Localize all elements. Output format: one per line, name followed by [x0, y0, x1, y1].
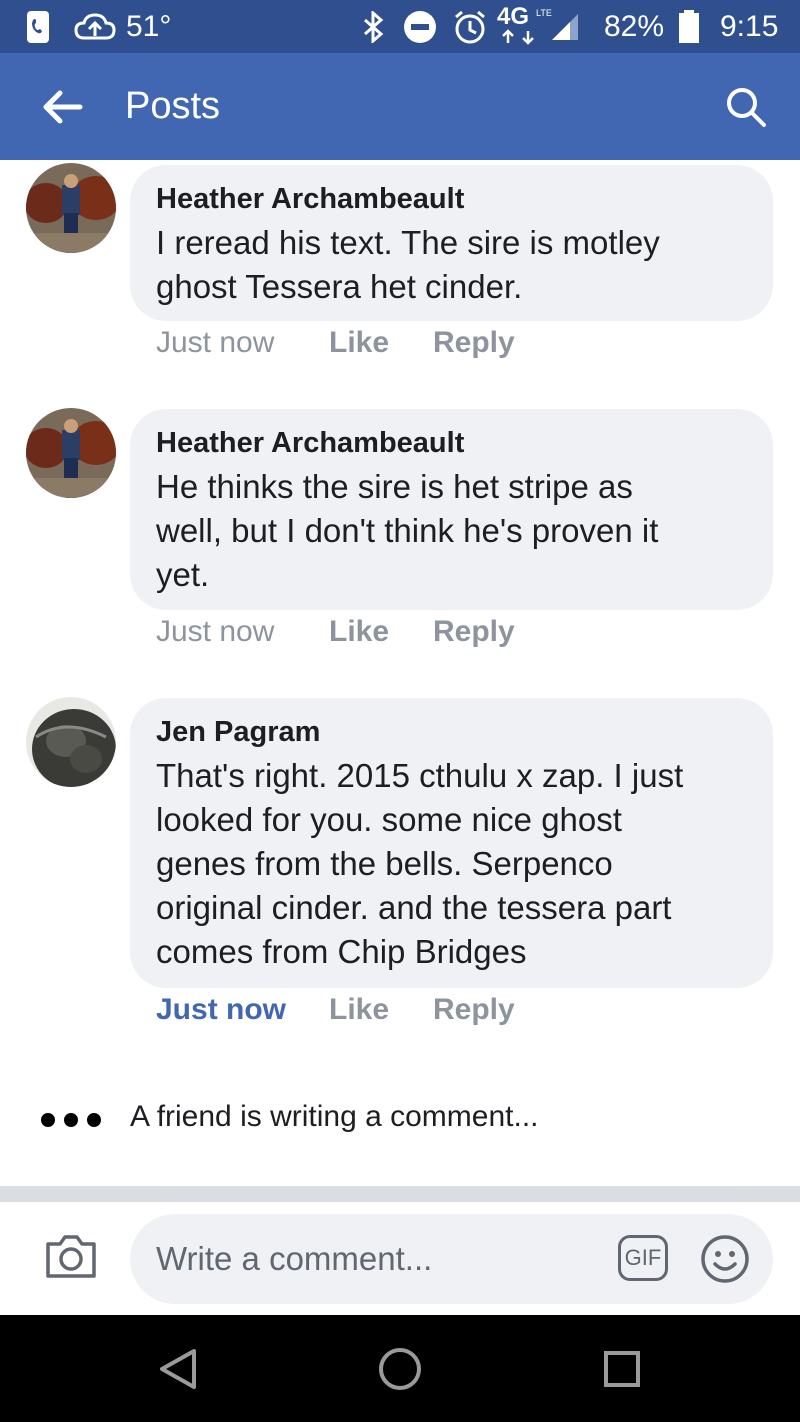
page-title: Posts — [125, 85, 221, 127]
comment-bubble: Heather Archambeault I reread his text. … — [130, 165, 773, 321]
reply-button[interactable]: Reply — [433, 993, 515, 1027]
reply-button[interactable]: Reply — [433, 326, 515, 360]
top-bar: Posts — [0, 53, 800, 160]
comment-author[interactable]: Jen Pagram — [156, 716, 320, 749]
typing-dots-icon — [40, 1112, 102, 1133]
battery-percent: 82% — [604, 9, 665, 43]
battery-icon — [678, 0, 700, 53]
status-bar: 51° 4G LTE 82% 9:15 — [0, 0, 800, 53]
comment-line: comes from Chip Bridges — [156, 933, 527, 970]
comment-placeholder: Write a comment... — [156, 1240, 433, 1277]
comment-text: That's right. 2015 cthulu x zap. I just … — [156, 754, 756, 974]
bluetooth-icon — [362, 0, 384, 53]
comment-line: He thinks the sire is het stripe as — [156, 468, 633, 505]
back-icon[interactable] — [158, 1347, 198, 1396]
comment-line: That's right. 2015 cthulu x zap. I just — [156, 757, 684, 794]
comment-line: original cinder. and the tessera part — [156, 889, 672, 926]
comment-line: looked for you. some nice ghost — [156, 801, 622, 838]
back-arrow-icon[interactable] — [40, 85, 84, 129]
avatar[interactable] — [26, 408, 116, 498]
like-button[interactable]: Like — [329, 326, 389, 360]
camera-icon[interactable] — [44, 1232, 98, 1285]
like-button[interactable]: Like — [329, 615, 389, 649]
comment-input[interactable]: Write a comment... GIF — [130, 1214, 773, 1304]
comment-timestamp[interactable]: Just now — [156, 615, 274, 649]
avatar[interactable] — [26, 697, 116, 787]
cloud-upload-icon — [74, 0, 116, 53]
divider — [0, 1186, 800, 1202]
signal-icon — [550, 0, 580, 53]
comment-text: He thinks the sire is het stripe as well… — [156, 465, 756, 597]
temperature-text: 51° — [126, 9, 172, 43]
clock: 9:15 — [720, 9, 779, 43]
comment-author[interactable]: Heather Archambeault — [156, 183, 464, 216]
like-button[interactable]: Like — [329, 993, 389, 1027]
comment-line: I reread his text. The sire is motley — [156, 224, 660, 261]
network-type: 4G — [497, 3, 530, 30]
comment-text: I reread his text. The sire is motley gh… — [156, 221, 756, 309]
home-icon[interactable] — [378, 1347, 422, 1396]
system-navigation-bar — [0, 1315, 800, 1422]
emoji-icon[interactable] — [700, 1234, 750, 1289]
typing-text: A friend is writing a comment... — [130, 1100, 539, 1133]
comment-line: well, but I don't think he's proven it — [156, 512, 659, 549]
comment-timestamp[interactable]: Just now — [156, 326, 274, 360]
comment-bubble: Jen Pagram That's right. 2015 cthulu x z… — [130, 698, 773, 988]
avatar[interactable] — [26, 163, 116, 253]
comment-author[interactable]: Heather Archambeault — [156, 427, 464, 460]
comment-line: ghost Tessera het cinder. — [156, 268, 523, 305]
comment-bubble: Heather Archambeault He thinks the sire … — [130, 409, 773, 610]
search-icon[interactable] — [724, 85, 768, 129]
comment-composer: Write a comment... GIF — [0, 1202, 800, 1315]
do-not-disturb-icon — [403, 0, 437, 53]
phone-icon — [26, 0, 50, 53]
comment-timestamp[interactable]: Just now — [156, 993, 286, 1027]
comment-line: yet. — [156, 556, 210, 593]
alarm-icon — [452, 0, 488, 53]
typing-indicator: A friend is writing a comment... — [0, 1090, 800, 1150]
data-arrows-icon — [500, 28, 540, 46]
gif-button[interactable]: GIF — [618, 1235, 668, 1281]
reply-button[interactable]: Reply — [433, 615, 515, 649]
recent-apps-icon[interactable] — [603, 1350, 641, 1393]
comment-line: genes from the bells. Serpenco — [156, 845, 613, 882]
